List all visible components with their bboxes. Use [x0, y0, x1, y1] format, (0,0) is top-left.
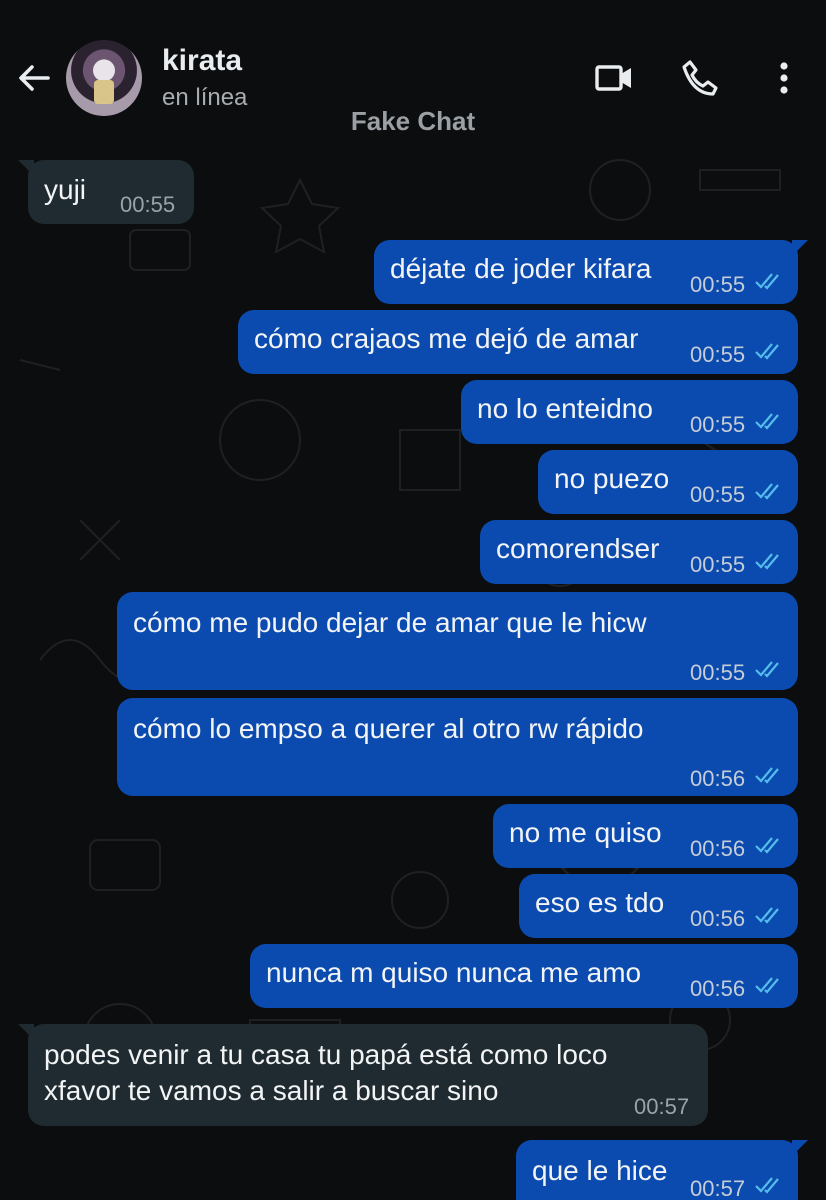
message-time: 00:55	[690, 482, 746, 507]
outgoing-message[interactable]: no me quiso 00:56	[493, 804, 798, 868]
message-text: no puezo	[554, 463, 670, 494]
message-time: 00:57	[634, 1094, 690, 1119]
message-time: 00:55	[690, 552, 746, 577]
outgoing-message[interactable]: déjate de joder kifara 00:55	[374, 240, 808, 304]
outgoing-message[interactable]: nunca m quiso nunca me amo 00:56	[250, 944, 798, 1008]
more-vertical-icon[interactable]	[762, 56, 806, 100]
message-text: eso es tdo	[535, 887, 665, 918]
chat-label: Fake Chat	[350, 106, 476, 136]
double-check-icon	[755, 553, 779, 570]
message-time: 00:56	[690, 836, 746, 861]
double-check-icon	[755, 907, 779, 924]
outgoing-message[interactable]: comorendser 00:55	[480, 520, 798, 584]
message-text-line: xfavor te vamos a salir a buscar sino	[44, 1075, 499, 1106]
double-check-icon	[755, 1177, 779, 1194]
video-camera-icon[interactable]	[592, 56, 636, 100]
contact-name[interactable]: kirata	[162, 44, 242, 78]
double-check-icon	[755, 661, 779, 678]
message-time: 00:55	[120, 192, 176, 217]
message-text: que le hice	[532, 1155, 668, 1186]
message-time: 00:56	[690, 766, 746, 791]
message-time: 00:57	[690, 1176, 746, 1200]
message-time: 00:56	[690, 976, 746, 1001]
message-text: nunca m quiso nunca me amo	[266, 957, 642, 988]
outgoing-message[interactable]: no puezo 00:55	[538, 450, 798, 514]
message-text: cómo crajaos me dejó de amar	[254, 323, 639, 354]
outgoing-message[interactable]: cómo lo empso a querer al otro rw rápido…	[117, 698, 798, 796]
message-time: 00:55	[690, 412, 746, 437]
phone-icon[interactable]	[678, 56, 722, 100]
outgoing-message[interactable]: cómo crajaos me dejó de amar 00:55	[238, 310, 798, 374]
message-text: yuji	[44, 174, 87, 205]
message-text: déjate de joder kifara	[390, 253, 652, 284]
message-text: no lo enteidno	[477, 393, 653, 424]
double-check-icon	[755, 767, 779, 784]
outgoing-message[interactable]: no lo enteidno 00:55	[461, 380, 798, 444]
double-check-icon	[755, 343, 779, 360]
message-text: cómo me pudo dejar de amar que le hicw	[133, 607, 647, 638]
message-text: no me quiso	[509, 817, 662, 848]
message-text-line: podes venir a tu casa tu papá está como …	[44, 1039, 608, 1070]
message-time: 00:55	[690, 660, 746, 685]
message-text: comorendser	[496, 533, 660, 564]
outgoing-message[interactable]: que le hice 00:57	[516, 1140, 808, 1200]
double-check-icon	[755, 273, 779, 290]
message-time: 00:56	[690, 906, 746, 931]
outgoing-message[interactable]: cómo me pudo dejar de amar que le hicw 0…	[117, 592, 798, 690]
outgoing-message[interactable]: eso es tdo 00:56	[519, 874, 798, 938]
double-check-icon	[755, 977, 779, 994]
double-check-icon	[755, 837, 779, 854]
message-time: 00:55	[690, 342, 746, 367]
avatar[interactable]	[66, 40, 142, 116]
incoming-message[interactable]: yuji 00:55	[18, 160, 194, 224]
incoming-message[interactable]: podes venir a tu casa tu papá está como …	[18, 1024, 708, 1126]
double-check-icon	[755, 483, 779, 500]
double-check-icon	[755, 413, 779, 430]
message-time: 00:55	[690, 272, 746, 297]
arrow-left-icon[interactable]	[14, 58, 54, 98]
message-text: cómo lo empso a querer al otro rw rápido	[133, 713, 644, 744]
